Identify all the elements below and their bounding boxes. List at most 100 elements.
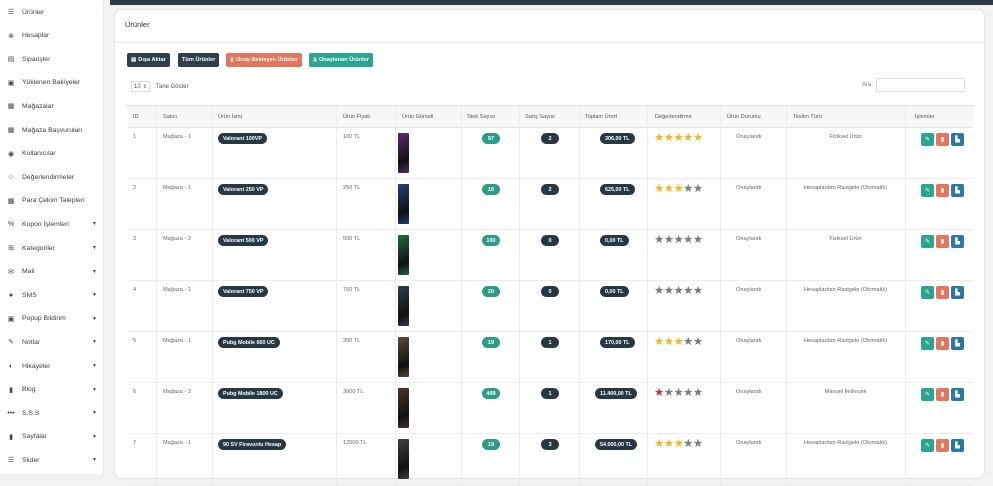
- product-image: [398, 388, 409, 428]
- product-name-badge: Pubg Mobile 660 UC: [218, 337, 280, 348]
- sidebar-item[interactable]: ▮ Blog ▼: [0, 380, 104, 400]
- star-icon: ★: [663, 285, 674, 297]
- sidebar-item[interactable]: ▮ Sayfalar ▼: [0, 427, 104, 447]
- stats-icon: ▙: [955, 290, 960, 296]
- notes-icon: ✎: [8, 339, 14, 347]
- sidebar-item[interactable]: ☰ Ürünler: [0, 2, 104, 22]
- column-header[interactable]: Satış Sayısı: [525, 114, 555, 120]
- row-id: 1: [133, 134, 137, 140]
- edit-button[interactable]: ✎: [921, 388, 934, 401]
- column-header[interactable]: Ürün Durumu: [727, 114, 761, 120]
- stats-button[interactable]: ▙: [951, 235, 964, 248]
- sidebar-item[interactable]: ◉ Kullanıcılar: [0, 144, 104, 164]
- edit-icon: ✎: [924, 443, 931, 449]
- chevron-down-icon: ▼: [92, 292, 97, 299]
- page-length-select[interactable]: 10 ⇕: [131, 81, 150, 92]
- product-image: [398, 133, 409, 173]
- all-products-button[interactable]: Tüm Ürünler: [178, 53, 220, 67]
- column-header[interactable]: Satıcı: [163, 114, 177, 120]
- sidebar-item[interactable]: ▤ Siparişler: [0, 49, 104, 69]
- row-seller: Mağaza - 1: [163, 338, 191, 344]
- sidebar-item-label: Değerlendirmeler: [22, 173, 75, 181]
- column-header[interactable]: ID: [133, 114, 139, 120]
- total-badge: 54.000,00 TL: [595, 439, 638, 450]
- chevron-down-icon: ▼: [92, 315, 97, 322]
- row-id: 6: [133, 389, 137, 395]
- column-header[interactable]: İşlemler: [915, 114, 935, 120]
- delete-button[interactable]: ▮: [936, 184, 949, 197]
- stats-button[interactable]: ▙: [951, 133, 964, 146]
- row-price: 750 TL: [343, 287, 361, 293]
- delete-button[interactable]: ▮: [936, 235, 949, 248]
- sidebar-item[interactable]: ✎ Notlar ▼: [0, 332, 104, 352]
- star-icon: ★: [654, 438, 664, 450]
- sales-badge: 0: [541, 286, 559, 297]
- star-icon: ★: [654, 183, 664, 195]
- sidebar-item[interactable]: ▦ Mağazalar: [0, 96, 104, 116]
- sidebar-item[interactable]: ▣ Yüklenen Bakiyeler: [0, 73, 104, 93]
- search-input[interactable]: [876, 78, 966, 92]
- sidebar-item-label: Mağaza Başvuruları: [22, 126, 83, 134]
- edit-button[interactable]: ✎: [921, 439, 934, 452]
- sidebar-item[interactable]: ◐ Hikayeler ▼: [0, 356, 104, 376]
- chevron-down-icon: ▼: [92, 268, 97, 275]
- stats-button[interactable]: ▙: [951, 184, 964, 197]
- edit-button[interactable]: ✎: [921, 337, 934, 350]
- delete-button[interactable]: ▮: [936, 388, 949, 401]
- stock-badge: 97: [482, 133, 500, 144]
- sidebar-item[interactable]: ☆ Değerlendirmeler: [0, 167, 104, 187]
- delete-button[interactable]: ▮: [936, 337, 949, 350]
- column-header[interactable]: Ürün Görseli: [402, 114, 433, 120]
- stats-button[interactable]: ▙: [951, 388, 964, 401]
- sidebar-item[interactable]: ▣ Popup Bildirim ▼: [0, 309, 104, 329]
- edit-button[interactable]: ✎: [921, 235, 934, 248]
- edit-button[interactable]: ✎: [921, 184, 934, 197]
- stats-button[interactable]: ▙: [951, 286, 964, 299]
- rating-stars: ★★★★★: [654, 336, 703, 348]
- export-button[interactable]: ▤ Dışa Aktar: [127, 53, 170, 67]
- approved-products-button[interactable]: ⧗ Onaylanan Ürünler: [309, 53, 373, 67]
- star-icon: ★: [692, 438, 703, 450]
- sidebar-item[interactable]: ● SMS ▼: [0, 285, 104, 305]
- sidebar-item[interactable]: ▦ Mağaza Başvuruları: [0, 120, 104, 140]
- star-icon: ★: [683, 132, 693, 144]
- row-seller: Mağaza - 1: [163, 185, 191, 191]
- delete-button[interactable]: ▮: [936, 133, 949, 146]
- sidebar-item[interactable]: ••• S.S.S ▼: [0, 403, 104, 423]
- rating-stars: ★★★★★: [654, 387, 703, 399]
- edit-button[interactable]: ✎: [921, 286, 934, 299]
- row-seller: Mağaza - 1: [163, 287, 191, 293]
- sidebar-item[interactable]: ☰ Slider ▼: [0, 450, 104, 470]
- column-header[interactable]: Teslim Türü: [793, 114, 822, 120]
- star-icon: ★: [663, 234, 674, 246]
- rating-stars: ★★★★★: [654, 438, 703, 450]
- column-header[interactable]: Stok Sayısı: [467, 114, 495, 120]
- stats-button[interactable]: ▙: [951, 337, 964, 350]
- stats-icon: ▙: [955, 341, 960, 347]
- column-header[interactable]: Ürün İsmi: [218, 114, 242, 120]
- sidebar-item-label: Sayfalar: [22, 433, 47, 441]
- column-header[interactable]: Ürün Fiyatı: [343, 114, 370, 120]
- column-header[interactable]: Toplam Ürnrt: [585, 114, 617, 120]
- slider-icon: ☰: [7, 457, 15, 465]
- sidebar-item[interactable]: % Kupon İşlemleri ▼: [0, 214, 104, 234]
- sidebar-item[interactable]: ▩ Para Çekim Talepleri: [0, 191, 104, 211]
- edit-button[interactable]: ✎: [921, 133, 934, 146]
- sidebar-item[interactable]: ⊗ Hesaplar: [0, 26, 104, 46]
- star-icon: ★: [654, 336, 664, 348]
- user-icon: ◉: [7, 150, 15, 158]
- column-header[interactable]: Değerlendirme: [655, 114, 692, 120]
- sidebar-item[interactable]: ✉ Mail ▼: [0, 262, 104, 282]
- delete-button[interactable]: ▮: [936, 286, 949, 299]
- stats-icon: ▙: [955, 392, 960, 398]
- row-status: Onaylandı: [736, 389, 762, 395]
- sidebar-item-label: Siparişler: [22, 55, 51, 63]
- rating-stars: ★★★★★: [654, 285, 703, 297]
- pending-products-button[interactable]: ⧗ Onay Bekleyen Ürünler: [226, 53, 302, 67]
- star-icon: ★: [692, 336, 703, 348]
- delete-button[interactable]: ▮: [936, 439, 949, 452]
- row-seller: Mağaza - 1: [163, 440, 191, 446]
- sidebar-item[interactable]: ⊞ Kategoriler ▼: [0, 238, 104, 258]
- stats-button[interactable]: ▙: [951, 439, 964, 452]
- stats-icon: ▙: [955, 239, 960, 245]
